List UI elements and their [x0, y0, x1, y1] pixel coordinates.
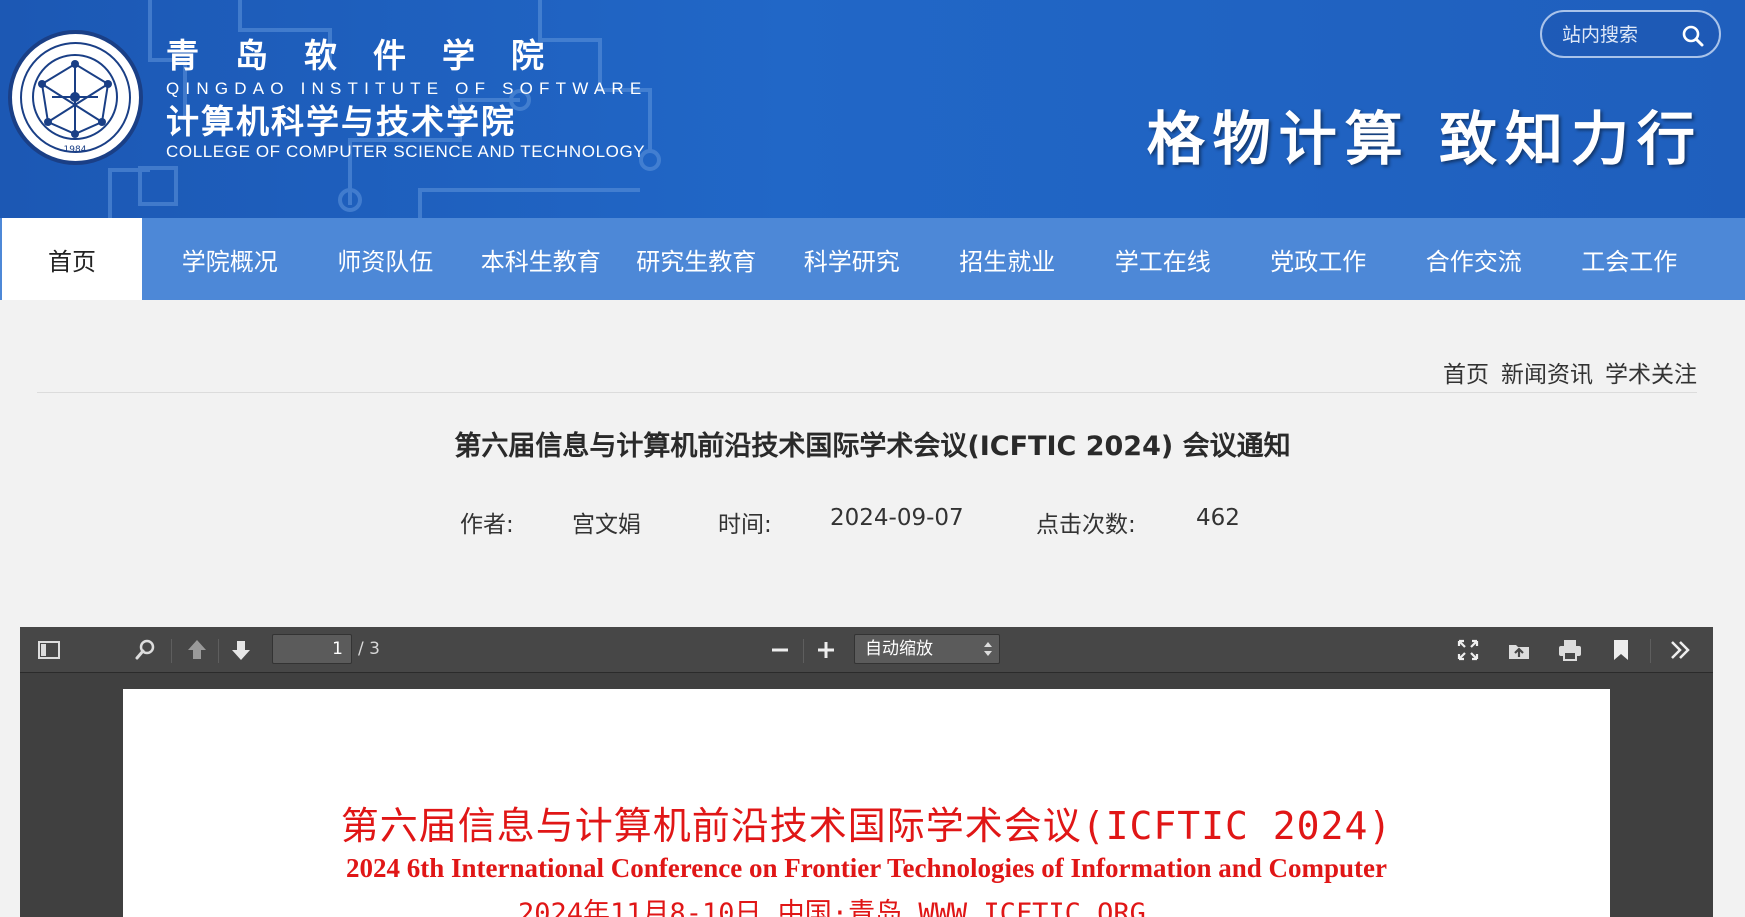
- open-file-icon[interactable]: [1506, 637, 1532, 663]
- institute-cn-name: 青岛软件学院: [166, 36, 580, 75]
- pdf-title-cn: 第六届信息与计算机前沿技术国际学术会议(ICFTIC 2024): [340, 804, 1393, 848]
- nav-item-research[interactable]: 科学研究: [774, 218, 930, 300]
- nav-item-faculty[interactable]: 师资队伍: [308, 218, 464, 300]
- breadcrumb-news[interactable]: 新闻资讯: [1501, 362, 1593, 388]
- print-icon[interactable]: [1557, 637, 1583, 663]
- zoom-select[interactable]: 自动缩放: [854, 634, 1000, 664]
- breadcrumb: 首页 新闻资讯 学术关注: [1431, 355, 1697, 389]
- pdf-toolbar: / 3 自动缩放: [20, 627, 1713, 673]
- nav-item-undergrad[interactable]: 本科生教育: [463, 218, 619, 300]
- author-label: 作者:: [460, 512, 514, 538]
- breadcrumb-academic[interactable]: 学术关注: [1605, 362, 1697, 388]
- time-value: 2024-09-07: [830, 505, 964, 531]
- page-count: / 3: [358, 639, 380, 659]
- next-page-icon[interactable]: [228, 637, 254, 663]
- college-en-name: COLLEGE OF COMPUTER SCIENCE AND TECHNOLO…: [166, 142, 646, 161]
- pdf-viewer: / 3 自动缩放: [20, 627, 1713, 917]
- clicks-label: 点击次数:: [1036, 512, 1136, 538]
- site-header: 1984 青岛软件学院 QINGDAO INSTITUTE OF SOFTWAR…: [0, 0, 1745, 218]
- pdf-title-en: 2024 6th International Conference on Fro…: [345, 853, 1387, 883]
- logo-text: 青岛软件学院 QINGDAO INSTITUTE OF SOFTWARE 计算机…: [166, 38, 647, 162]
- institute-en-name: QINGDAO INSTITUTE OF SOFTWARE: [166, 79, 648, 98]
- zoom-in-icon[interactable]: [813, 637, 839, 663]
- nav-item-home[interactable]: 首页: [2, 218, 142, 300]
- toolbar-separator: [803, 639, 804, 663]
- pdf-page: 第六届信息与计算机前沿技术国际学术会议(ICFTIC 2024) 2024 6t…: [123, 689, 1610, 917]
- main-nav: 首页 学院概况 师资队伍 本科生教育 研究生教育 科学研究 招生就业 学工在线 …: [0, 218, 1745, 300]
- article-title: 第六届信息与计算机前沿技术国际学术会议(ICFTIC 2024) 会议通知: [454, 431, 1291, 462]
- sidebar-toggle-icon[interactable]: [36, 637, 62, 663]
- toolbar-separator: [218, 639, 219, 663]
- time-label: 时间:: [718, 512, 772, 538]
- zoom-out-icon[interactable]: [767, 637, 793, 663]
- nav-item-party-admin[interactable]: 党政工作: [1241, 218, 1397, 300]
- clicks-value: 462: [1196, 505, 1240, 531]
- search-icon[interactable]: [1681, 24, 1705, 48]
- nav-item-about[interactable]: 学院概况: [152, 218, 308, 300]
- toolbar-separator: [171, 639, 172, 663]
- previous-page-icon[interactable]: [184, 637, 210, 663]
- nav-item-cooperation[interactable]: 合作交流: [1396, 218, 1552, 300]
- select-arrows-icon: [984, 642, 992, 656]
- tools-menu-icon[interactable]: [1667, 637, 1693, 663]
- breadcrumb-home[interactable]: 首页: [1443, 362, 1489, 388]
- nav-item-student-affairs[interactable]: 学工在线: [1085, 218, 1241, 300]
- site-search: [1540, 10, 1721, 58]
- search-input[interactable]: [1562, 22, 1682, 48]
- pdf-subtitle: 2024年11月8-10日 中国·青岛 WWW.ICFTIC.ORG: [518, 898, 1146, 917]
- author-value: 宫文娟: [572, 512, 641, 538]
- find-icon[interactable]: [133, 637, 159, 663]
- network-emblem: 1984: [32, 54, 118, 155]
- slogan: 格物计算 致知力行: [1146, 105, 1703, 173]
- page-number-input[interactable]: [272, 634, 352, 664]
- seal-year: 1984: [64, 145, 87, 155]
- nav-item-union[interactable]: 工会工作: [1552, 218, 1708, 300]
- presentation-mode-icon[interactable]: [1455, 637, 1481, 663]
- bookmark-icon[interactable]: [1608, 637, 1634, 663]
- college-cn-name: 计算机科学与技术学院: [166, 102, 516, 141]
- toolbar-separator: [1650, 639, 1651, 663]
- college-seal-logo[interactable]: 1984: [8, 30, 143, 165]
- divider: [37, 392, 1697, 393]
- zoom-value: 自动缩放: [865, 639, 933, 659]
- nav-item-graduate[interactable]: 研究生教育: [619, 218, 775, 300]
- nav-item-admissions[interactable]: 招生就业: [930, 218, 1086, 300]
